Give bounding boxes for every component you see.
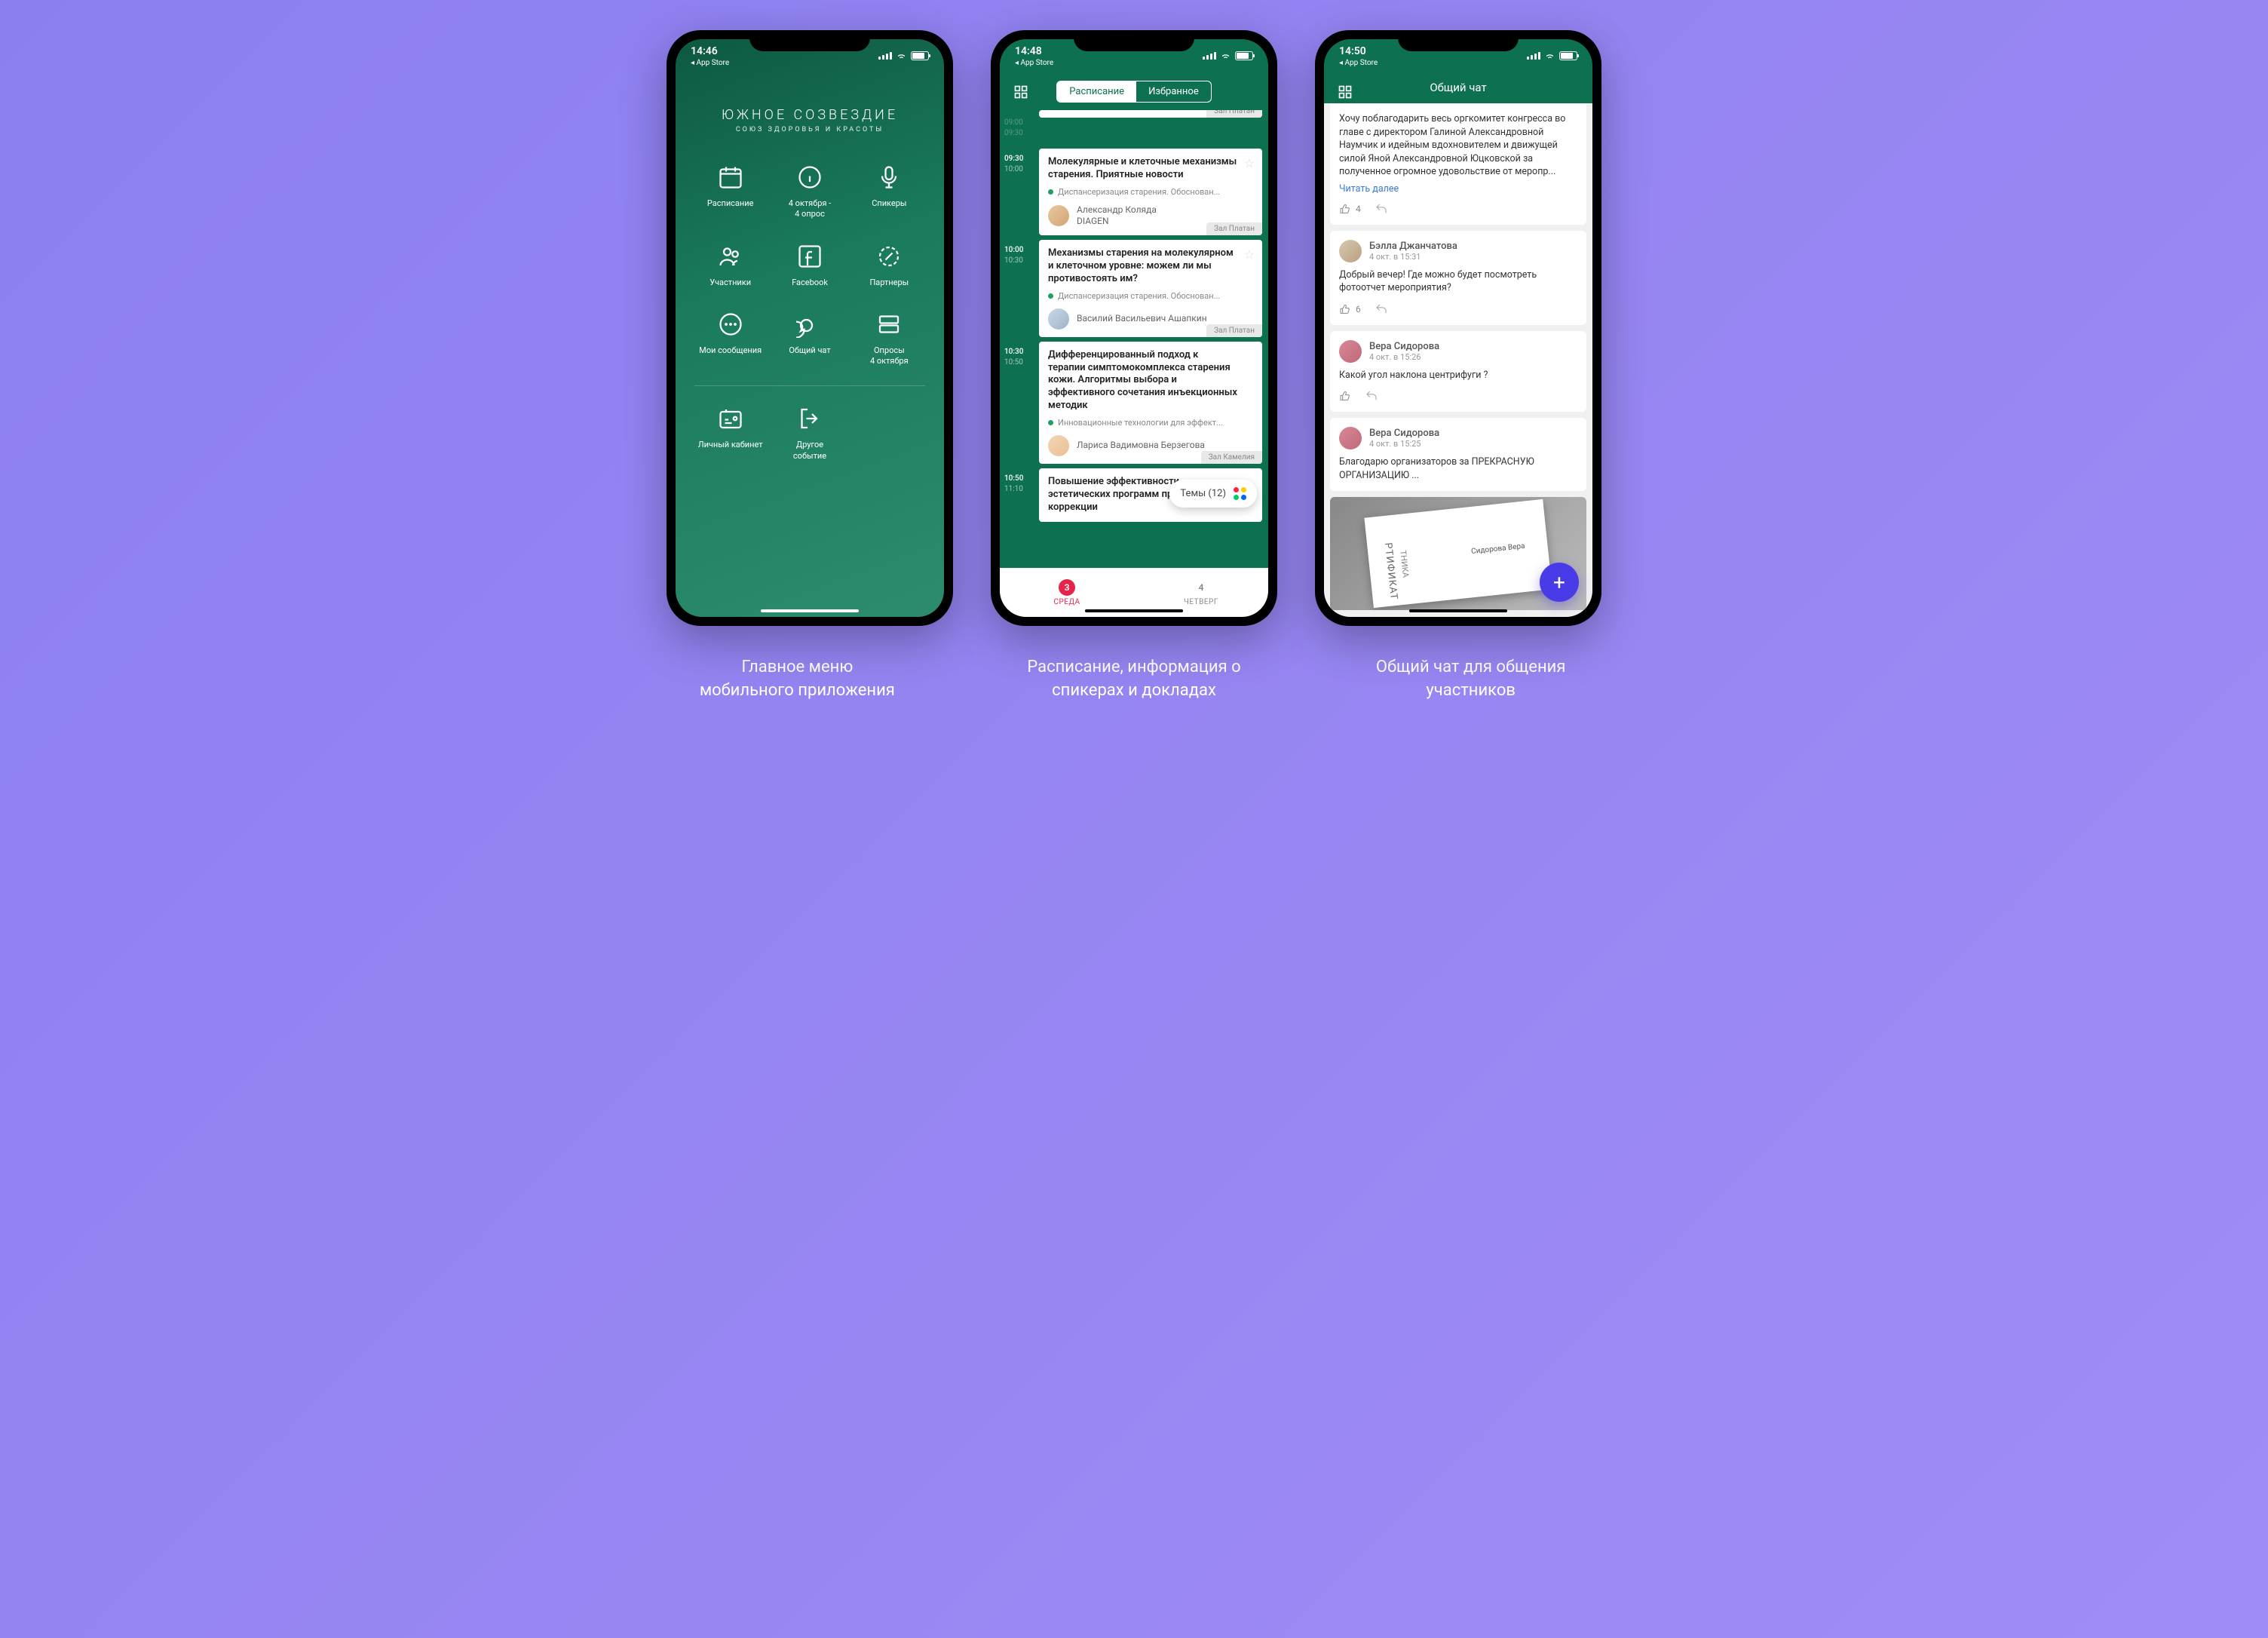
- reply-icon[interactable]: [1375, 202, 1388, 216]
- menu-speakers[interactable]: Спикеры: [854, 164, 925, 220]
- back-to-appstore[interactable]: ◂ App Store: [1015, 59, 1053, 67]
- message-icon: [717, 311, 744, 338]
- signal-icon: [878, 52, 892, 60]
- like-button[interactable]: 4: [1339, 203, 1361, 215]
- certificate-image: РТИФИКАТ ТНИКА Сидорова Вера: [1364, 499, 1552, 608]
- speaker-avatar: [1048, 435, 1069, 456]
- phone-main-menu: 14:46 ◂ App Store ЮЖНОЕ СОЗВЕЗДИЕ СОЮЗ ЗД…: [667, 30, 953, 626]
- users-icon: [717, 243, 744, 270]
- chat-icon: [796, 311, 823, 338]
- menu-chat[interactable]: Общий чат: [774, 311, 845, 367]
- user-avatar: [1339, 240, 1362, 262]
- tab-favorites[interactable]: Избранное: [1136, 81, 1211, 102]
- facebook-icon: [796, 243, 823, 270]
- wifi-icon: [896, 51, 907, 62]
- menu-partners[interactable]: Партнеры: [854, 243, 925, 288]
- exit-icon: [796, 405, 823, 432]
- thumb-icon: [1339, 203, 1351, 215]
- home-indicator[interactable]: [1409, 609, 1507, 612]
- menu-facebook[interactable]: Facebook: [774, 243, 845, 288]
- menu-other-event[interactable]: Другое событие: [774, 405, 845, 462]
- new-message-button[interactable]: +: [1540, 563, 1579, 602]
- menu-participants[interactable]: Участники: [694, 243, 766, 288]
- back-to-appstore[interactable]: ◂ App Store: [691, 59, 729, 67]
- chat-title: Общий чат: [1430, 81, 1486, 94]
- event-card[interactable]: ☆ Механизмы старения на молекулярном и к…: [1039, 240, 1262, 337]
- calendar-icon: [717, 164, 744, 191]
- favorite-star-icon[interactable]: ☆: [1244, 247, 1255, 262]
- signal-icon: [1527, 52, 1540, 60]
- like-button[interactable]: 6: [1339, 303, 1361, 315]
- status-bar: 14:50◂ App Store: [1324, 39, 1592, 72]
- schedule-tabs: Расписание Избранное: [1056, 81, 1211, 103]
- room-badge: Зал Платан: [1206, 110, 1262, 118]
- like-button[interactable]: [1339, 390, 1351, 402]
- info-icon: [796, 164, 823, 191]
- phone-chat: 14:50◂ App Store Общий чат Хочу поблагод…: [1315, 30, 1601, 626]
- home-indicator[interactable]: [761, 609, 859, 612]
- reply-icon[interactable]: [1375, 302, 1388, 316]
- tab-schedule[interactable]: Расписание: [1057, 81, 1136, 102]
- mic-icon: [875, 164, 903, 191]
- speaker-avatar: [1048, 308, 1069, 330]
- event-card[interactable]: Дифференцированный подход к терапии симп…: [1039, 342, 1262, 464]
- menu-polls[interactable]: Опросы 4 октября: [854, 311, 925, 367]
- grid-menu-icon[interactable]: [1013, 84, 1028, 100]
- menu-poll[interactable]: 4 октября - 4 опрос: [774, 164, 845, 220]
- account-icon: [717, 405, 744, 432]
- status-time: 14:46: [691, 45, 729, 57]
- user-avatar: [1339, 427, 1362, 449]
- app-logo: ЮЖНОЕ СОЗВЕЗДИЕ СОЮЗ ЗДОРОВЬЯ И КРАСОТЫ: [676, 107, 944, 133]
- themes-dots-icon: [1234, 487, 1246, 500]
- polls-icon: [875, 311, 903, 338]
- menu-messages[interactable]: Мои сообщения: [694, 311, 766, 367]
- status-bar: 14:46 ◂ App Store: [676, 39, 944, 72]
- discount-icon: [875, 243, 903, 270]
- grid-menu-icon[interactable]: [1338, 84, 1353, 100]
- battery-icon: [1235, 51, 1253, 60]
- track-dot-icon: [1048, 293, 1053, 299]
- track-dot-icon: [1048, 189, 1053, 195]
- phone-schedule: 14:48◂ App Store Расписание Избранное 09…: [991, 30, 1277, 626]
- room-badge: Зал Камелия: [1201, 451, 1262, 464]
- user-avatar: [1339, 340, 1362, 363]
- chat-message[interactable]: Вера Сидорова4 окт. в 15:25 Благодарю ор…: [1330, 418, 1586, 491]
- track-dot-icon: [1048, 420, 1053, 425]
- event-card[interactable]: ☆ Молекулярные и клеточные механизмы ста…: [1039, 149, 1262, 235]
- menu-schedule[interactable]: Расписание: [694, 164, 766, 220]
- chat-message[interactable]: Вера Сидорова4 окт. в 15:26 Какой угол н…: [1330, 331, 1586, 413]
- signal-icon: [1203, 52, 1216, 60]
- thumb-icon: [1339, 303, 1351, 315]
- caption-2: Расписание, информация о спикерах и докл…: [985, 656, 1284, 703]
- reply-icon[interactable]: [1365, 389, 1378, 403]
- caption-3: Общий чат для общения участников: [1321, 656, 1620, 703]
- favorite-star-icon[interactable]: ☆: [1244, 156, 1255, 170]
- divider: [694, 385, 925, 386]
- battery-icon: [911, 51, 929, 60]
- themes-filter-button[interactable]: Темы (12): [1169, 480, 1257, 508]
- chat-message[interactable]: Бэлла Джанчатова4 окт. в 15:31 Добрый ве…: [1330, 231, 1586, 325]
- caption-1: Главное меню мобильного приложения: [648, 656, 947, 703]
- speaker-avatar: [1048, 205, 1069, 226]
- back-to-appstore[interactable]: ◂ App Store: [1339, 59, 1378, 67]
- room-badge: Зал Платан: [1206, 222, 1262, 235]
- battery-icon: [1559, 51, 1577, 60]
- wifi-icon: [1544, 51, 1555, 62]
- room-badge: Зал Платан: [1206, 324, 1262, 337]
- wifi-icon: [1220, 51, 1231, 62]
- menu-account[interactable]: Личный кабинет: [694, 405, 766, 462]
- chat-message[interactable]: Хочу поблагодарить весь оргкомитет конгр…: [1330, 103, 1586, 225]
- read-more-link[interactable]: Читать далее: [1339, 183, 1577, 195]
- home-indicator[interactable]: [1085, 609, 1183, 612]
- status-bar: 14:48◂ App Store: [1000, 39, 1268, 72]
- thumb-icon: [1339, 390, 1351, 402]
